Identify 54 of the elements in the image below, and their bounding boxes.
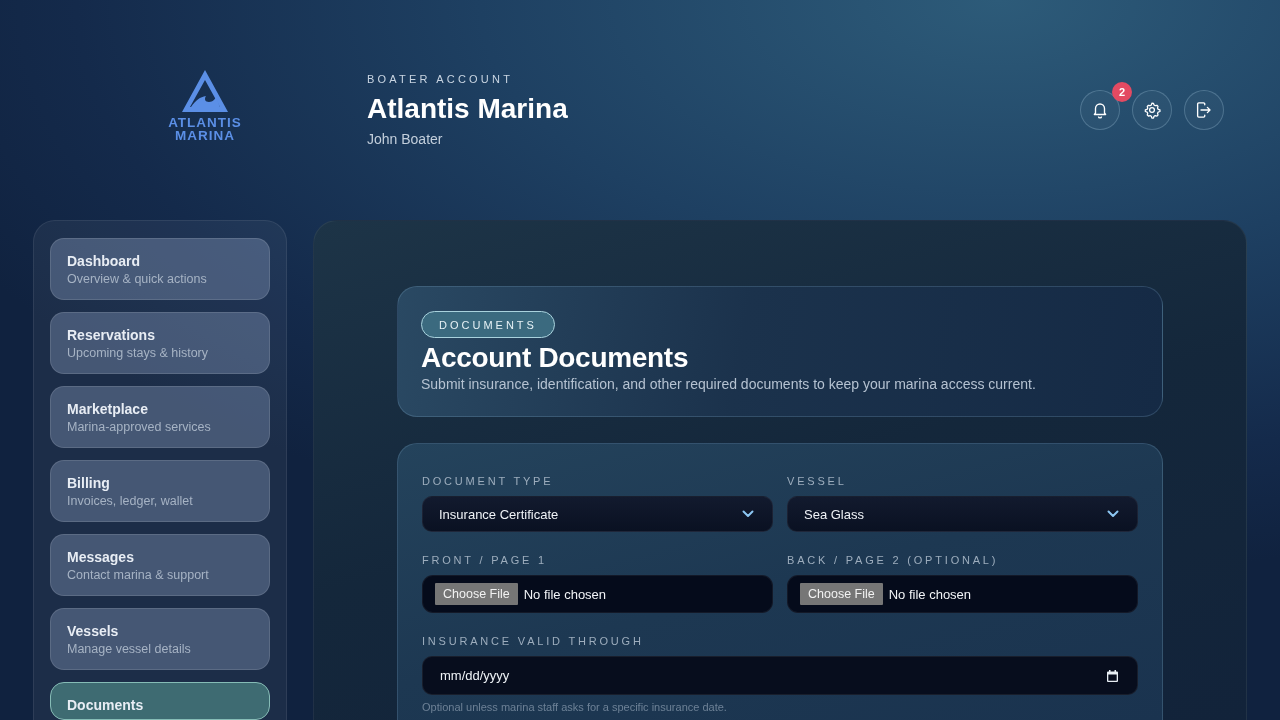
field-hint: Optional unless marina staff asks for a specific insurance date.	[422, 700, 728, 714]
file-status: No file chosen	[523, 586, 607, 602]
nav-item-title: Billing	[67, 474, 110, 492]
nav-item-title: Documents	[67, 696, 144, 714]
page-title: Atlantis Marina	[367, 92, 568, 126]
nav-item-title: Dashboard	[67, 252, 141, 270]
settings-icon	[1143, 101, 1161, 119]
nav-item-title: Vessels	[67, 622, 119, 640]
chevron-down-icon	[1107, 510, 1119, 518]
settings-button[interactable]	[1132, 90, 1172, 130]
nav-item[interactable]: Dashboard Overview & quick actions	[50, 238, 270, 300]
nav-item-description: Manage vessel details	[67, 641, 191, 658]
file-status: No file chosen	[888, 586, 972, 602]
chevron-down-icon	[742, 510, 754, 518]
field-label: DOCUMENT TYPE	[422, 474, 555, 488]
nav-item-title: Reservations	[67, 326, 155, 344]
nav-item[interactable]: Vessels Manage vessel details	[50, 608, 270, 670]
brand-name: ATLANTIS	[168, 116, 242, 129]
nav-item-title: Marketplace	[67, 400, 148, 418]
dropdown-field[interactable]: Sea Glass	[787, 496, 1138, 532]
nav-item[interactable]: Documents	[50, 682, 270, 720]
nav-item-description: Marina-approved services	[67, 419, 211, 436]
triangle-wave-logo	[182, 70, 228, 112]
nav-item[interactable]: Billing Invoices, ledger, wallet	[50, 460, 270, 522]
field-label: VESSEL	[787, 474, 848, 488]
field-label: BACK / PAGE 2 (OPTIONAL)	[787, 553, 1000, 567]
choose-file-button[interactable]: Choose File	[435, 583, 518, 605]
section-title: Account Documents	[421, 342, 689, 373]
nav-item-description: Contact marina & support	[67, 567, 209, 584]
account-label: BOATER ACCOUNT	[367, 73, 515, 86]
nav-item-title: Messages	[67, 548, 134, 566]
bell-icon	[1091, 101, 1109, 119]
field-label: FRONT / PAGE 1	[422, 553, 548, 567]
nav-item[interactable]: Marketplace Marina-approved services	[50, 386, 270, 448]
file-input-field[interactable]: Choose File No file chosen	[422, 575, 773, 613]
date-input-field[interactable]: mm/dd/yyyy	[422, 656, 1138, 695]
nav-item-description: Overview & quick actions	[67, 271, 207, 288]
nav-item[interactable]: Messages Contact marina & support	[50, 534, 270, 596]
calendar-icon	[1107, 669, 1118, 682]
section-tag: DOCUMENTS	[421, 311, 555, 338]
section-description: Submit insurance, identification, and other required documents to keep your marina access current.	[421, 375, 1036, 393]
user-name: John Boater	[367, 130, 444, 148]
nav-item-description: Invoices, ledger, wallet	[67, 493, 193, 510]
nav-item-description: Upcoming stays & history	[67, 345, 209, 362]
dropdown-field[interactable]: Insurance Certificate	[422, 496, 773, 532]
file-input-field[interactable]: Choose File No file chosen	[787, 575, 1138, 613]
brand-name: MARINA	[175, 129, 235, 142]
logout-icon	[1195, 101, 1213, 119]
notifications-button[interactable]	[1080, 90, 1120, 130]
nav-item[interactable]: Reservations Upcoming stays & history	[50, 312, 270, 374]
notification-badge: 2	[1112, 82, 1132, 102]
field-label: INSURANCE VALID THROUGH	[422, 634, 645, 648]
choose-file-button[interactable]: Choose File	[800, 583, 883, 605]
logout-button[interactable]	[1184, 90, 1224, 130]
